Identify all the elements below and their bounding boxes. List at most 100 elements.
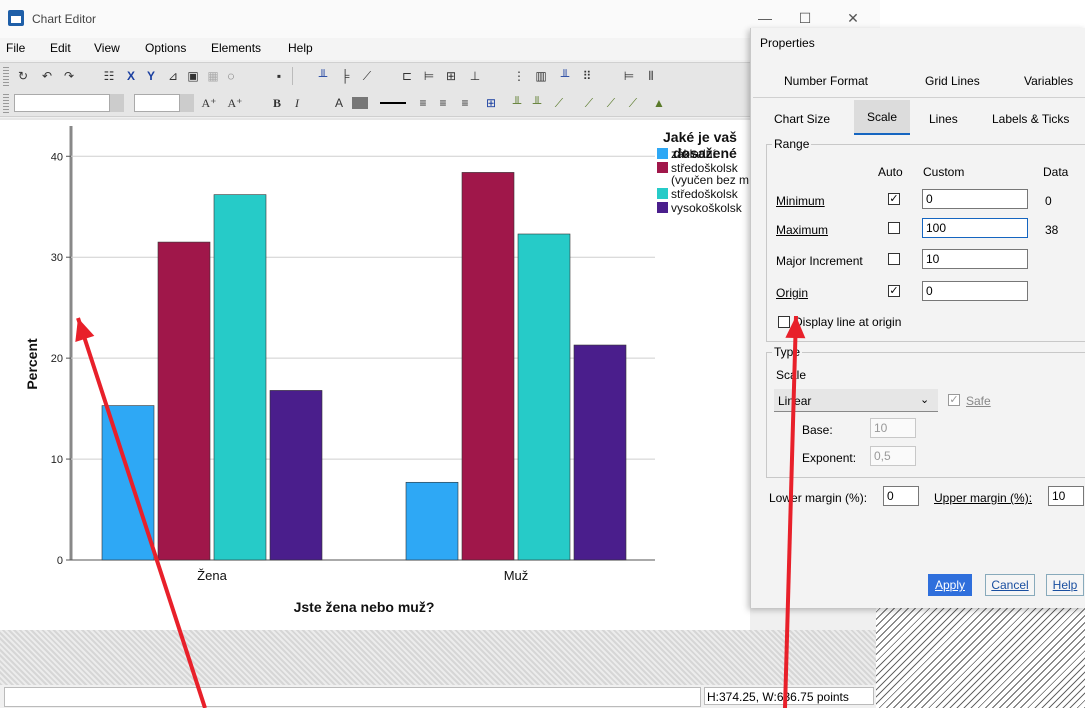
x-axis-icon[interactable]: X bbox=[122, 67, 140, 85]
legend-icon[interactable]: ⊨ bbox=[620, 67, 638, 85]
bar[interactable] bbox=[269, 390, 323, 561]
cancel-button[interactable]: Cancel bbox=[985, 574, 1035, 596]
origin-auto-checkbox[interactable]: ✓ bbox=[888, 285, 900, 297]
error-bar-icon[interactable]: ╞ bbox=[336, 67, 354, 85]
minimum-custom-input[interactable]: 0 bbox=[922, 189, 1028, 209]
y-tick-label[interactable]: 30 bbox=[51, 252, 63, 264]
maximum-custom-input[interactable]: 100 bbox=[922, 218, 1028, 238]
area-icon[interactable]: ⟋ bbox=[550, 94, 568, 112]
origin-custom-input[interactable]: 0 bbox=[922, 281, 1028, 301]
legend-swatch[interactable] bbox=[657, 148, 668, 159]
maximize-button[interactable]: ☐ bbox=[790, 8, 820, 28]
bar-label-icon[interactable]: ╨ bbox=[556, 67, 574, 85]
font-combo[interactable] bbox=[14, 94, 110, 112]
minimum-auto-checkbox[interactable]: ✓ bbox=[888, 193, 900, 205]
lower-margin-input[interactable]: 0 bbox=[883, 486, 919, 506]
shrink-font-icon[interactable]: A⁺ bbox=[226, 94, 244, 112]
legend-swatch[interactable] bbox=[657, 162, 668, 173]
y-tick-label[interactable]: 20 bbox=[51, 353, 63, 365]
menu-help[interactable]: Help bbox=[288, 41, 313, 55]
fit-line-icon[interactable]: ⊥ bbox=[466, 67, 484, 85]
base-input[interactable]: 10 bbox=[870, 418, 916, 438]
legend-label[interactable]: středoškolsk bbox=[671, 187, 739, 201]
menu-options[interactable]: Options bbox=[145, 41, 186, 55]
x-axis-title[interactable]: Jste žena nebo muž? bbox=[294, 599, 435, 615]
line-icon[interactable]: ⟋ bbox=[580, 94, 598, 112]
fill-color-icon[interactable] bbox=[352, 97, 368, 109]
legend-label[interactable]: základní bbox=[671, 147, 716, 161]
bar[interactable] bbox=[517, 233, 571, 561]
line-chart-icon[interactable]: ⟋ bbox=[358, 67, 376, 85]
menu-file[interactable]: File bbox=[6, 41, 25, 55]
italic-icon[interactable]: I bbox=[288, 94, 306, 112]
tab-number-format[interactable]: Number Format bbox=[784, 74, 868, 88]
tab-grid-lines[interactable]: Grid Lines bbox=[925, 74, 980, 88]
bar[interactable] bbox=[101, 405, 155, 561]
upper-margin-input[interactable]: 10 bbox=[1048, 486, 1084, 506]
bar-icon[interactable]: ╨ bbox=[314, 67, 332, 85]
line-style-icon[interactable] bbox=[380, 102, 406, 104]
toolbar-grip[interactable] bbox=[3, 66, 9, 86]
tab-lines[interactable]: Lines bbox=[929, 112, 958, 126]
safe-checkbox[interactable]: ✓ bbox=[948, 394, 960, 406]
legend-title[interactable]: Jaké je vaš bbox=[663, 129, 737, 145]
grow-font-icon[interactable]: A⁺ bbox=[200, 94, 218, 112]
y-tick-label[interactable]: 40 bbox=[51, 151, 63, 163]
y-axis-title[interactable]: Percent bbox=[24, 338, 40, 390]
font-dropdown[interactable] bbox=[110, 94, 124, 112]
x-tick-label[interactable]: Muž bbox=[504, 568, 529, 583]
chart-canvas[interactable]: 0 10 20 30 40 Žena Muž Jste žena nebo muž? Perce… bbox=[0, 118, 750, 630]
legend-label[interactable]: (vyučen bez m bbox=[671, 173, 749, 187]
bar-chart[interactable]: 0 10 20 30 40 Žena Muž Jste žena nebo muž? Perce… bbox=[0, 118, 750, 630]
bar[interactable] bbox=[405, 481, 459, 561]
grid-icon[interactable]: ⋮ bbox=[510, 67, 528, 85]
ref-line-y-icon[interactable]: ⊏ bbox=[398, 67, 416, 85]
bar[interactable] bbox=[213, 194, 267, 561]
columns-icon[interactable]: ⫴ bbox=[642, 67, 660, 85]
menu-elements[interactable]: Elements bbox=[211, 41, 261, 55]
text-color-icon[interactable]: A bbox=[330, 94, 348, 112]
textbox-icon[interactable]: ▪ bbox=[270, 67, 288, 85]
bin-icon[interactable]: ▥ bbox=[532, 67, 550, 85]
legend-label[interactable]: vysokoškolsk bbox=[671, 201, 743, 215]
x-tick-label[interactable]: Žena bbox=[197, 568, 227, 583]
align-center-icon[interactable]: ≡ bbox=[434, 94, 452, 112]
minimize-button[interactable]: — bbox=[750, 8, 780, 28]
major-increment-auto-checkbox[interactable] bbox=[888, 253, 900, 265]
menu-view[interactable]: View bbox=[94, 41, 120, 55]
help-button[interactable]: Help bbox=[1046, 574, 1084, 596]
bar[interactable] bbox=[573, 344, 627, 561]
properties-icon[interactable]: ☷ bbox=[100, 67, 118, 85]
spline-icon[interactable]: ⟋ bbox=[624, 94, 642, 112]
frame-icon[interactable]: ▣ bbox=[184, 67, 202, 85]
tab-labels-ticks[interactable]: Labels & Ticks bbox=[992, 112, 1069, 126]
close-button[interactable]: ✕ bbox=[838, 8, 868, 28]
size-combo[interactable] bbox=[134, 94, 180, 112]
lasso-icon[interactable]: ◌ bbox=[222, 67, 240, 85]
menu-edit[interactable]: Edit bbox=[50, 41, 71, 55]
y-axis-icon[interactable]: Y bbox=[142, 67, 160, 85]
bold-icon[interactable]: B bbox=[268, 94, 286, 112]
clustered-bar-icon[interactable]: ╨ bbox=[528, 94, 546, 112]
bar[interactable] bbox=[461, 172, 515, 561]
tab-variables[interactable]: Variables bbox=[1024, 74, 1073, 88]
legend-swatch[interactable] bbox=[657, 188, 668, 199]
multi-line-icon[interactable]: ⟋ bbox=[602, 94, 620, 112]
align-right-icon[interactable]: ≡ bbox=[456, 94, 474, 112]
bar[interactable] bbox=[157, 241, 211, 561]
ab-icon[interactable]: ⠿ bbox=[578, 67, 596, 85]
toolbar-grip[interactable] bbox=[3, 93, 9, 113]
annotation-icon[interactable]: ⊞ bbox=[442, 67, 460, 85]
y-tick-label[interactable]: 0 bbox=[57, 555, 63, 567]
tab-chart-size[interactable]: Chart Size bbox=[774, 112, 830, 126]
display-line-checkbox[interactable] bbox=[778, 316, 790, 328]
transpose-icon[interactable]: ⊞ bbox=[482, 94, 500, 112]
tab-scale[interactable]: Scale bbox=[867, 110, 897, 124]
size-dropdown[interactable] bbox=[180, 94, 194, 112]
apply-button[interactable]: Apply bbox=[928, 574, 972, 596]
high-low-icon[interactable]: ▲ bbox=[650, 94, 668, 112]
redo-icon[interactable]: ↷ bbox=[60, 67, 78, 85]
scatter-icon[interactable]: ⊿ bbox=[164, 67, 182, 85]
legend-swatch[interactable] bbox=[657, 202, 668, 213]
ref-line-x-icon[interactable]: ⊨ bbox=[420, 67, 438, 85]
